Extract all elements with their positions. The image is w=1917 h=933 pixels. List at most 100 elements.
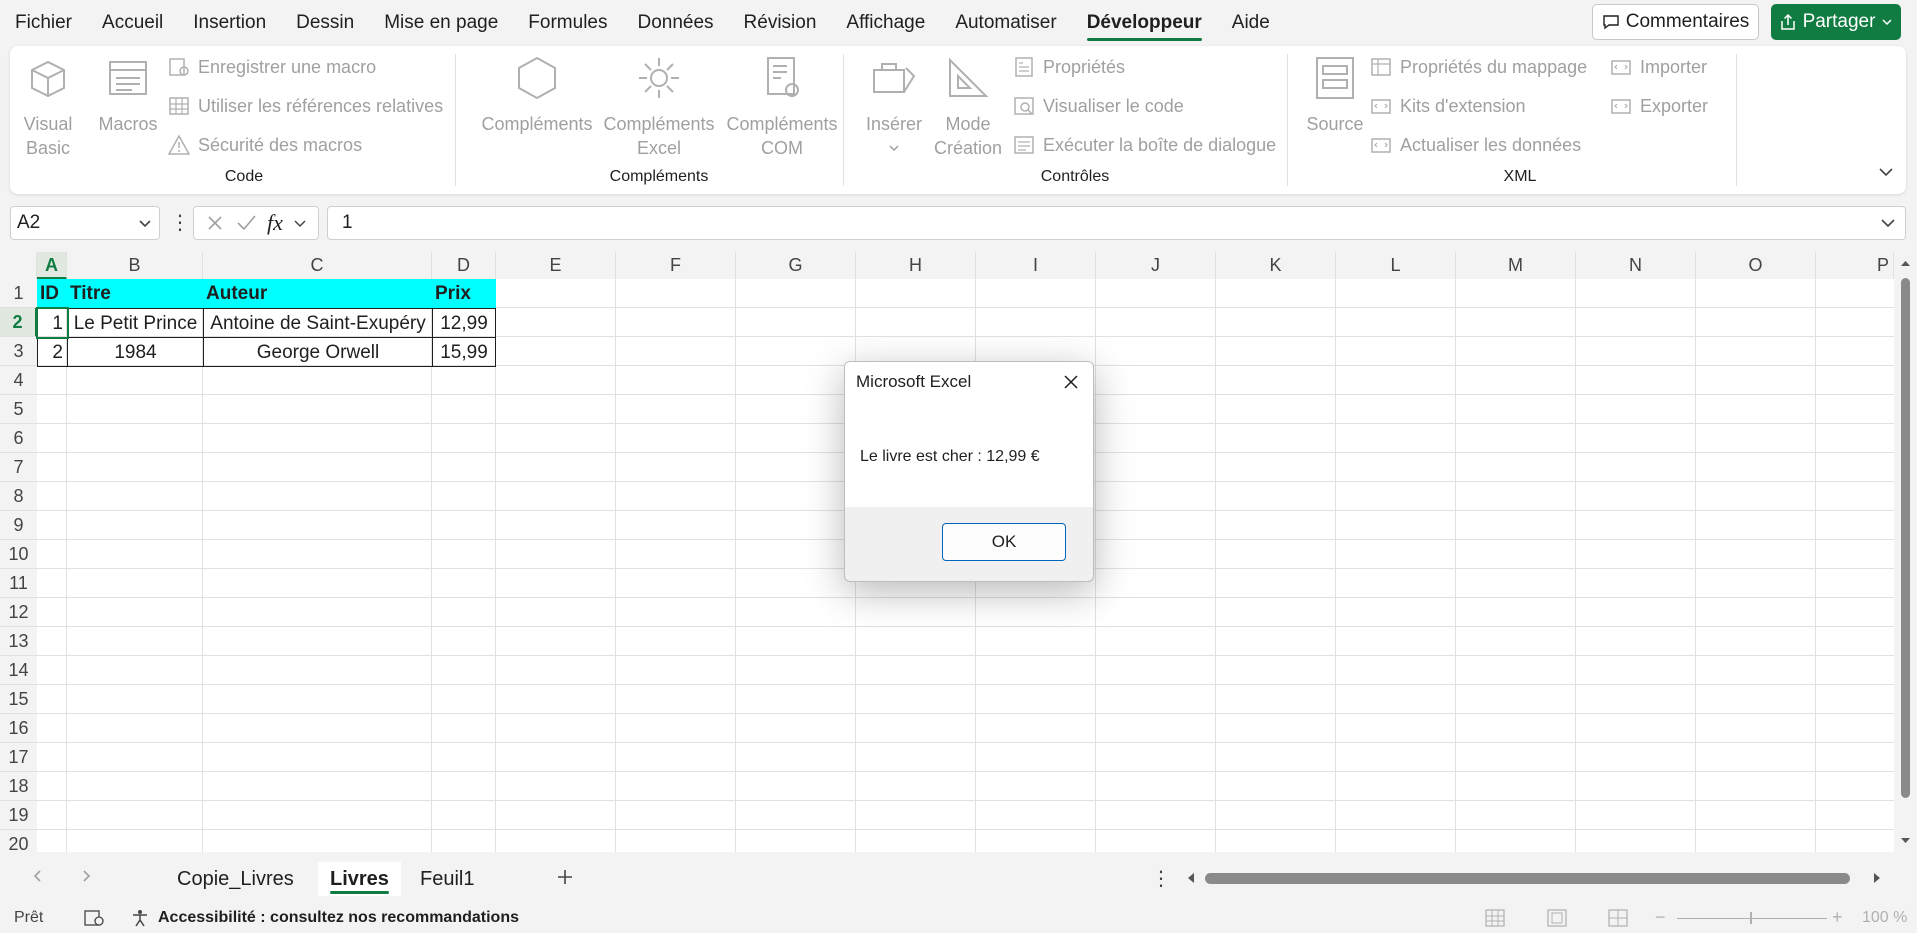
accessibility-icon[interactable]	[131, 909, 149, 927]
scroll-right-icon[interactable]	[1870, 871, 1884, 885]
refresh-data-button[interactable]: Actualiser les données	[1370, 134, 1581, 156]
add-sheet-icon[interactable]	[555, 867, 575, 887]
menu-fichier[interactable]: Fichier	[0, 0, 87, 46]
properties-button[interactable]: Propriétés	[1013, 56, 1125, 78]
row-header-19[interactable]: 19	[0, 801, 37, 830]
ribbon-collapse-chevron-icon[interactable]	[1876, 162, 1896, 182]
sheet-tab-livres[interactable]: Livres	[318, 862, 401, 896]
chevron-down-icon[interactable]	[137, 215, 153, 231]
cell-d3[interactable]: 15,99	[432, 337, 496, 367]
scroll-down-icon[interactable]	[1899, 834, 1912, 847]
insert-function-icon[interactable]: fx	[267, 210, 283, 236]
zoom-slider-thumb[interactable]	[1750, 912, 1752, 924]
column-header-c[interactable]: C	[203, 252, 432, 279]
xml-export-button[interactable]: Exporter	[1610, 95, 1708, 117]
relative-references-button[interactable]: Utiliser les références relatives	[168, 95, 443, 117]
more-options-icon[interactable]: ⋮	[170, 210, 190, 235]
select-all-corner[interactable]	[0, 252, 37, 279]
xml-import-button[interactable]: Importer	[1610, 56, 1707, 78]
column-header-m[interactable]: M	[1456, 252, 1576, 279]
cell-b2[interactable]: Le Petit Prince	[67, 308, 204, 338]
page-break-view-icon[interactable]	[1608, 909, 1628, 927]
row-header-2[interactable]: 2	[0, 308, 37, 337]
menu-accueil[interactable]: Accueil	[87, 0, 178, 46]
zoom-slider[interactable]	[1677, 918, 1827, 919]
scroll-left-icon[interactable]	[1184, 871, 1198, 885]
page-layout-view-icon[interactable]	[1547, 909, 1567, 927]
close-icon[interactable]	[1061, 372, 1081, 392]
excel-addins-button[interactable]: Compléments Excel	[594, 54, 724, 160]
row-header-14[interactable]: 14	[0, 656, 37, 685]
cell-b3[interactable]: 1984	[67, 337, 204, 367]
row-header-9[interactable]: 9	[0, 511, 37, 540]
row-header-1[interactable]: 1	[0, 279, 37, 308]
row-header-16[interactable]: 16	[0, 714, 37, 743]
column-header-n[interactable]: N	[1576, 252, 1696, 279]
confirm-check-icon[interactable]	[235, 213, 257, 233]
row-header-6[interactable]: 6	[0, 424, 37, 453]
sheet-options-icon[interactable]: ⋮	[1151, 866, 1171, 891]
share-button[interactable]: Partager	[1771, 4, 1901, 40]
column-header-g[interactable]: G	[736, 252, 856, 279]
cell-c2[interactable]: Antoine de Saint-Exupéry	[203, 308, 433, 338]
cell-d1[interactable]: Prix	[432, 279, 496, 308]
expansion-packs-button[interactable]: Kits d'extension	[1370, 95, 1526, 117]
run-dialog-button[interactable]: Exécuter la boîte de dialogue	[1013, 134, 1276, 156]
cell-c1[interactable]: Auteur	[203, 279, 432, 308]
cell-c3[interactable]: George Orwell	[203, 337, 433, 367]
formula-input[interactable]: 1	[327, 206, 1906, 240]
row-header-10[interactable]: 10	[0, 540, 37, 569]
visual-basic-button[interactable]: Visual Basic	[18, 54, 78, 160]
column-header-j[interactable]: J	[1096, 252, 1216, 279]
column-header-b[interactable]: B	[67, 252, 203, 279]
menu-aide[interactable]: Aide	[1217, 0, 1285, 46]
column-header-e[interactable]: E	[496, 252, 616, 279]
view-code-button[interactable]: Visualiser le code	[1013, 95, 1184, 117]
name-box[interactable]: A2	[10, 206, 160, 240]
column-header-f[interactable]: F	[616, 252, 736, 279]
ok-button[interactable]: OK	[942, 523, 1066, 561]
menu-revision[interactable]: Révision	[729, 0, 832, 46]
next-sheet-icon[interactable]	[78, 868, 94, 884]
zoom-in-icon[interactable]: +	[1832, 907, 1843, 928]
cell-b1[interactable]: Titre	[67, 279, 203, 308]
normal-view-icon[interactable]	[1485, 909, 1505, 927]
macro-recording-icon[interactable]	[84, 909, 104, 927]
row-header-3[interactable]: 3	[0, 337, 37, 366]
xml-source-button[interactable]: Source	[1300, 54, 1370, 136]
column-header-p[interactable]: P	[1816, 252, 1894, 279]
column-header-a[interactable]: A	[37, 252, 67, 279]
cell-a3[interactable]: 2	[37, 337, 68, 367]
row-header-13[interactable]: 13	[0, 627, 37, 656]
expand-formula-bar-icon[interactable]	[1879, 215, 1897, 231]
menu-donnees[interactable]: Données	[622, 0, 728, 46]
previous-sheet-icon[interactable]	[30, 868, 46, 884]
row-header-5[interactable]: 5	[0, 395, 37, 424]
row-header-17[interactable]: 17	[0, 743, 37, 772]
row-header-8[interactable]: 8	[0, 482, 37, 511]
column-header-d[interactable]: D	[432, 252, 496, 279]
sheet-tab-feuil1[interactable]: Feuil1	[420, 862, 474, 896]
cancel-x-icon[interactable]	[205, 213, 225, 233]
menu-automatiser[interactable]: Automatiser	[940, 0, 1071, 46]
cell-d2[interactable]: 12,99	[432, 308, 496, 338]
design-mode-button[interactable]: Mode Création	[933, 54, 1003, 160]
insert-control-button[interactable]: Insérer	[859, 54, 929, 160]
column-header-k[interactable]: K	[1216, 252, 1336, 279]
vertical-scroll-thumb[interactable]	[1901, 278, 1910, 798]
row-header-18[interactable]: 18	[0, 772, 37, 801]
menu-mise-en-page[interactable]: Mise en page	[369, 0, 513, 46]
row-header-7[interactable]: 7	[0, 453, 37, 482]
menu-developpeur[interactable]: Développeur	[1072, 0, 1217, 46]
column-header-l[interactable]: L	[1336, 252, 1456, 279]
comments-button[interactable]: Commentaires	[1592, 4, 1759, 40]
column-header-i[interactable]: I	[976, 252, 1096, 279]
row-header-12[interactable]: 12	[0, 598, 37, 627]
column-header-h[interactable]: H	[856, 252, 976, 279]
row-header-11[interactable]: 11	[0, 569, 37, 598]
row-header-4[interactable]: 4	[0, 366, 37, 395]
scroll-up-icon[interactable]	[1899, 257, 1912, 270]
row-header-15[interactable]: 15	[0, 685, 37, 714]
accessibility-status[interactable]: Accessibilité : consultez nos recommanda…	[158, 909, 519, 927]
sheet-tab-copie-livres[interactable]: Copie_Livres	[177, 862, 294, 896]
